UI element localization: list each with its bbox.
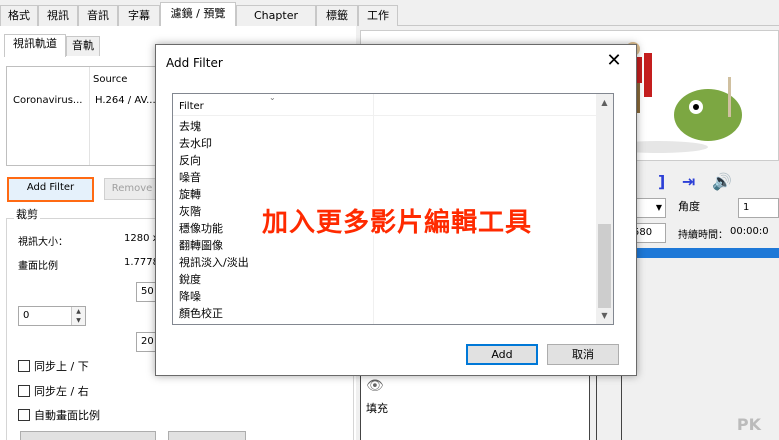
filter-item[interactable]: 去水印	[179, 135, 212, 151]
tab-audio[interactable]: 音訊	[78, 5, 118, 26]
crop-top-value: 50	[141, 286, 154, 297]
scroll-down-icon[interactable]: ▼	[596, 307, 613, 324]
remove-filter-button[interactable]: Remove	[104, 178, 160, 200]
subtab-video-track[interactable]: 視訊軌道	[4, 34, 66, 57]
aspect-value: 1.7778	[124, 257, 159, 268]
filter-item[interactable]: 反向	[179, 152, 201, 168]
filter-list-scrollbar[interactable]: ▲ ▼	[596, 94, 613, 324]
cancel-button[interactable]: 取消	[547, 344, 619, 365]
auto-aspect-checkbox[interactable]	[18, 409, 30, 421]
filter-item[interactable]: 穩像功能	[179, 220, 223, 236]
goto-out-icon[interactable]: ⇥	[682, 172, 695, 191]
filter-item[interactable]: 旋轉	[179, 186, 201, 202]
volume-icon[interactable]: 🔊	[712, 172, 732, 191]
crop-left-value: 0	[23, 310, 30, 321]
crop-left-spinner[interactable]: ▲ ▼	[71, 307, 85, 325]
sync-tb-label: 同步上 / 下	[34, 360, 89, 373]
annotation-caption: 加入更多影片編輯工具	[262, 208, 533, 238]
tab-tags[interactable]: 標籤	[316, 5, 358, 26]
auto-crop-button[interactable]	[20, 431, 156, 440]
tab-jobs[interactable]: 工作	[358, 5, 398, 26]
tab-chapter-editor[interactable]: Chapter Editor	[236, 5, 316, 41]
tab-video[interactable]: 視訊	[38, 5, 78, 26]
fill-label: 填充	[366, 402, 388, 415]
add-button[interactable]: Add	[466, 344, 538, 365]
scroll-up-icon[interactable]: ▲	[596, 94, 613, 111]
mark-out-icon[interactable]: ]	[658, 172, 665, 191]
main-tabbar: 格式 視訊 音訊 字幕 濾鏡 / 預覽 Chapter Editor 標籤 工作	[0, 0, 779, 41]
sync-tb-checkbox[interactable]	[18, 360, 30, 372]
chevron-down-icon: ▼	[655, 203, 662, 212]
tab-format[interactable]: 格式	[0, 5, 38, 26]
filter-list-header[interactable]: ⌄ Filter	[173, 94, 597, 116]
close-icon[interactable]: ✕	[604, 51, 624, 71]
watermark-logo: PK	[736, 415, 761, 434]
sync-lr-label: 同步左 / 右	[34, 385, 89, 398]
filter-item[interactable]: 翻轉圖像	[179, 237, 223, 253]
angle-field[interactable]: 1	[738, 198, 779, 218]
reset-button[interactable]	[168, 431, 246, 440]
add-filter-button[interactable]: Add Filter	[7, 177, 94, 202]
spin-down-icon[interactable]: ▼	[72, 316, 85, 325]
settings-scrollbar[interactable]	[596, 371, 622, 440]
dialog-title: Add Filter	[166, 56, 223, 70]
filter-item[interactable]: 灰階	[179, 203, 201, 219]
crop-group-title: 裁剪	[14, 206, 40, 222]
video-size-value: 1280 x	[124, 233, 159, 244]
filter-settings-panel	[360, 371, 590, 440]
tab-subtitle[interactable]: 字幕	[118, 5, 160, 26]
spin-up-icon[interactable]: ▲	[72, 307, 85, 316]
column-divider	[89, 67, 90, 165]
track-source: H.264 / AV...	[95, 95, 156, 106]
aspect-label: 畫面比例	[18, 261, 58, 272]
filter-item[interactable]: 視訊淡入/淡出	[179, 254, 249, 270]
filter-item[interactable]: 降噪	[179, 288, 201, 304]
duration-label: 持續時間：	[678, 230, 728, 241]
filter-item[interactable]: 顏色校正	[179, 305, 223, 321]
angle-value: 1	[743, 202, 750, 213]
angle-label: 角度	[678, 200, 700, 213]
filter-item[interactable]: 去塊	[179, 118, 201, 134]
filter-item[interactable]: 銳度	[179, 271, 201, 287]
filter-item[interactable]: 噪音	[179, 169, 201, 185]
sort-arrow-icon: ⌄	[269, 93, 276, 102]
filter-column-header: Filter	[179, 101, 204, 112]
eye-icon[interactable]: 👁	[366, 378, 384, 394]
zoom-combo[interactable]: ▼	[636, 198, 666, 218]
sync-lr-checkbox[interactable]	[18, 385, 30, 397]
crop-left-field[interactable]: 0 ▲ ▼	[18, 306, 86, 326]
track-name: Coronavirus...	[13, 95, 83, 106]
auto-aspect-label: 自動畫面比例	[34, 409, 100, 422]
track-list[interactable]: Source Coronavirus... H.264 / AV...	[6, 66, 160, 166]
crop-bottom-value: 20	[141, 336, 154, 347]
video-size-label: 視訊大小：	[18, 237, 68, 248]
scroll-thumb[interactable]	[598, 224, 611, 308]
source-column-header: Source	[93, 74, 128, 85]
tab-filters-preview[interactable]: 濾鏡 / 預覽	[160, 2, 236, 27]
subtab-audio-track[interactable]: 音軌	[66, 36, 100, 56]
duration-value: 00:00:0	[730, 226, 769, 237]
